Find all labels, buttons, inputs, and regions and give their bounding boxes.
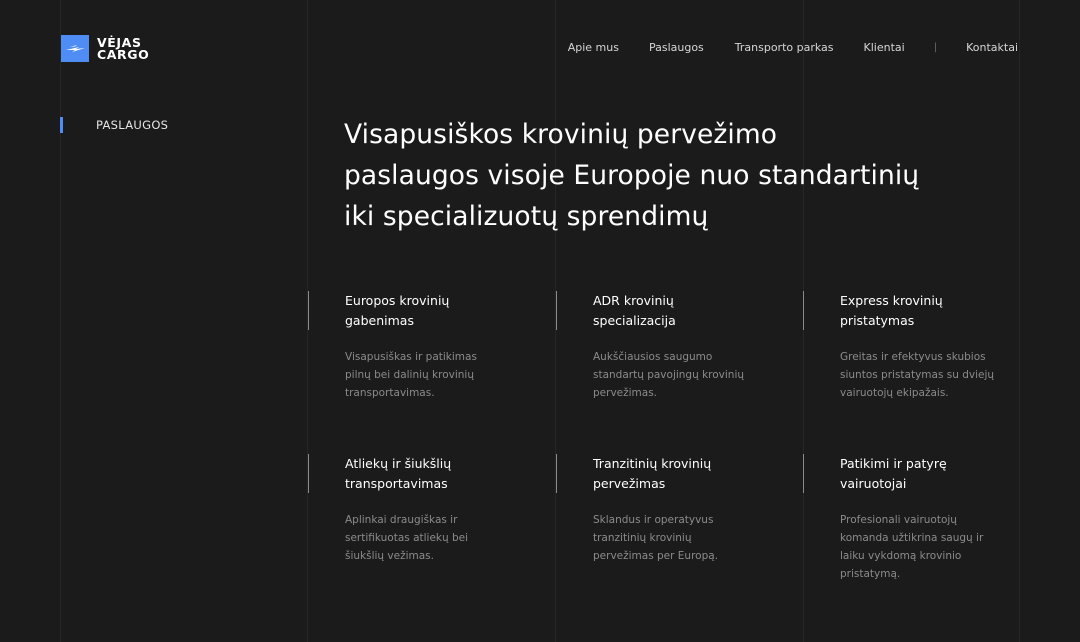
service-title-line: Atliekų ir šiukšlių [345,456,452,471]
card-divider [308,291,309,330]
grid-line [60,0,61,642]
section-marker [60,117,63,133]
service-desc-line: komanda užtikrina saugų ir [840,532,984,544]
brand-line-2: CARGO [97,46,150,62]
service-description: Aukščiausios saugumo standartų pavojingų… [593,348,793,402]
nav-item-apie-mus[interactable]: Apie mus [568,41,619,54]
service-title: Atliekų ir šiukšlių transportavimas [345,454,545,494]
service-desc-line: Profesionali vairuotojų [840,514,957,526]
service-desc-line: tranzitinių krovinių [593,532,692,544]
card-divider [803,454,804,493]
service-card-waste[interactable]: Atliekų ir šiukšlių transportavimas Apli… [308,454,545,565]
service-desc-line: šiukšlių vežimas. [345,550,434,562]
service-title-line: ADR krovinių [593,293,674,308]
nav-item-klientai[interactable]: Klientai [864,41,905,54]
service-desc-line: Sklandus ir operatyvus [593,514,714,526]
service-title-line: Patikimi ir patyrę [840,456,947,471]
service-desc-line: Aplinkai draugiškas ir [345,514,458,526]
service-desc-line: pilnų bei dalinių krovinių [345,369,474,381]
service-description: Visapusiškas ir patikimas pilnų bei dali… [345,348,545,402]
section-label: PASLAUGOS [96,118,169,132]
nav-item-kontaktai[interactable]: Kontaktai [966,41,1018,54]
service-card-express[interactable]: Express krovinių pristatymas Greitas ir … [803,291,1040,402]
service-desc-line: Greitas ir efektyvus skubios [840,351,986,363]
service-desc-line: pervežimas per Europą. [593,550,719,562]
service-desc-line: sertifikuotas atliekų bei [345,532,469,544]
nav-separator: | [933,42,938,53]
service-title: Express krovinių pristatymas [840,291,1040,331]
main-nav: Apie mus Paslaugos Transporto parkas Kli… [568,41,1018,54]
service-desc-line: pervežimas. [593,387,658,399]
service-desc-line: laiku vykdomą krovinio [840,550,962,562]
service-desc-line: pristatymą. [840,568,901,580]
service-card-transit[interactable]: Tranzitinių krovinių pervežimas Sklandus… [556,454,793,565]
service-title-line: Tranzitinių krovinių [593,456,712,471]
service-title-line: transportavimas [345,476,448,491]
card-divider [308,454,309,493]
service-description: Aplinkai draugiškas ir sertifikuotas atl… [345,511,545,565]
service-desc-line: transportavimas. [345,387,435,399]
service-title-line: specializacija [593,313,676,328]
service-title-line: gabenimas [345,313,414,328]
wind-arrow-icon [61,35,89,62]
card-divider [556,291,557,330]
service-description: Greitas ir efektyvus skubios siuntos pri… [840,348,1040,402]
page-title-line: Visapusiškos krovinių pervežimo [344,119,778,150]
card-divider [556,454,557,493]
service-desc-line: Aukščiausios saugumo [593,351,713,363]
page: VĖJAS CARGO Apie mus Paslaugos Transport… [0,0,1080,642]
service-title-line: vairuotojai [840,476,907,491]
page-title-line: iki specializuotų sprendimų [344,201,709,232]
page-title-line: paslaugos visoje Europoje nuo standartin… [344,160,920,191]
page-title: Visapusiškos krovinių pervežimo paslaugo… [344,114,984,237]
service-title: Tranzitinių krovinių pervežimas [593,454,793,494]
service-title: Europos krovinių gabenimas [345,291,545,331]
service-desc-line: standartų pavojingų krovinių [593,369,745,381]
nav-item-transporto-parkas[interactable]: Transporto parkas [735,41,834,54]
service-description: Profesionali vairuotojų komanda užtikrin… [840,511,1040,583]
service-card-drivers[interactable]: Patikimi ir patyrę vairuotojai Profesion… [803,454,1040,583]
service-card-europe[interactable]: Europos krovinių gabenimas Visapusiškas … [308,291,545,402]
nav-item-paslaugos[interactable]: Paslaugos [649,41,704,54]
service-title-line: Express krovinių [840,293,943,308]
brand-wordmark: VĖJAS CARGO [97,36,150,62]
service-title-line: Europos krovinių [345,293,450,308]
service-desc-line: vairuotojų ekipažais. [840,387,949,399]
service-desc-line: Visapusiškas ir patikimas [345,351,477,363]
card-divider [803,291,804,330]
service-desc-line: siuntos pristatymas su dviejų [840,369,995,381]
service-description: Sklandus ir operatyvus tranzitinių krovi… [593,511,793,565]
service-title-line: pervežimas [593,476,666,491]
service-title-line: pristatymas [840,313,915,328]
service-title: ADR krovinių specializacija [593,291,793,331]
service-card-adr[interactable]: ADR krovinių specializacija Aukščiausios… [556,291,793,402]
service-title: Patikimi ir patyrę vairuotojai [840,454,1040,494]
brand-logo[interactable]: VĖJAS CARGO [61,35,149,62]
